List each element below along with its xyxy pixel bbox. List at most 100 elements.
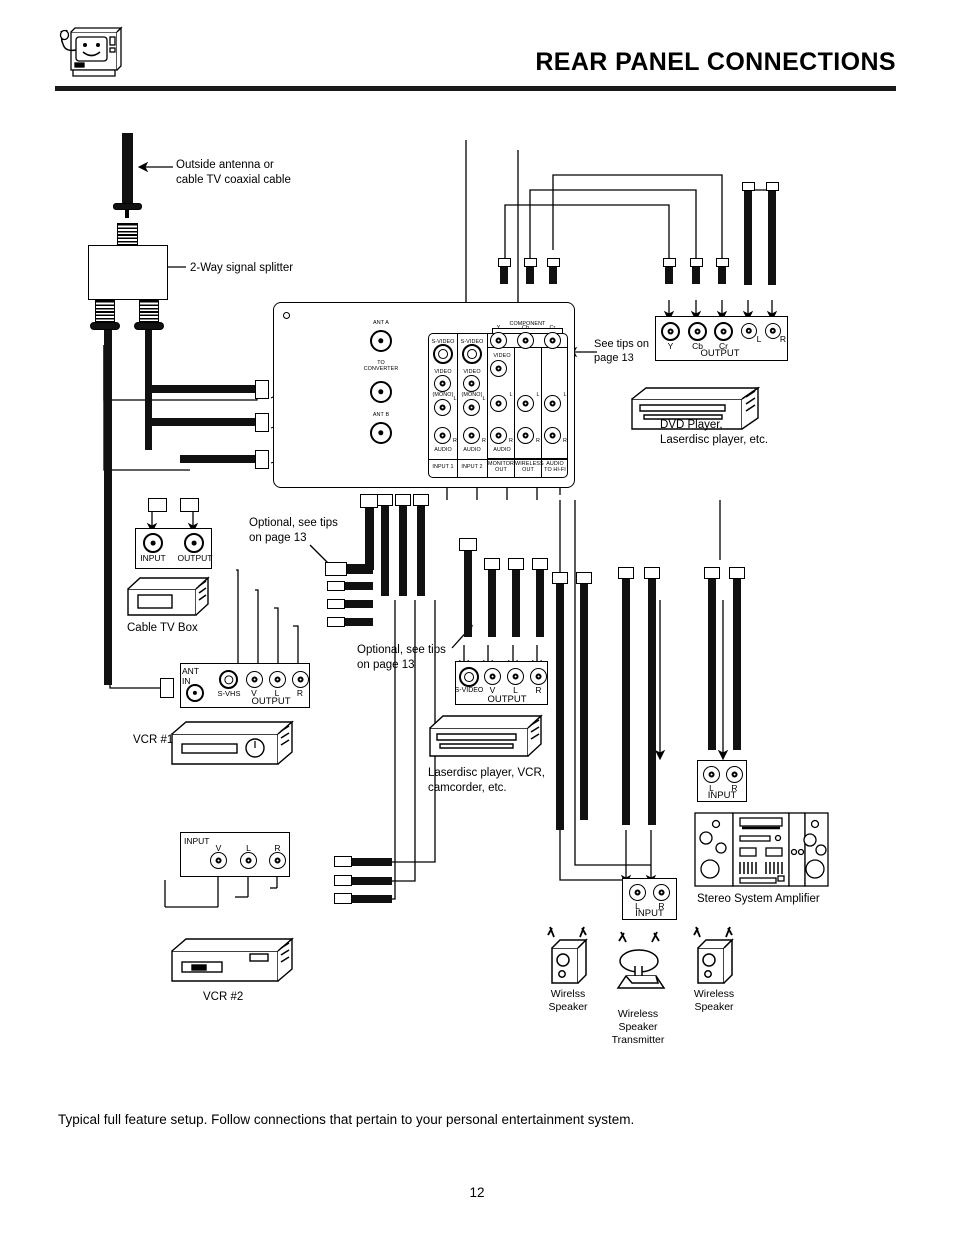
dvd-r-label: R: [779, 334, 787, 344]
rca-top-plug-1: [377, 494, 393, 506]
laserdisc-audio-l-jack[interactable]: [507, 668, 524, 685]
vcr2-audio-l-jack[interactable]: [240, 852, 257, 869]
vcr2-audio-r-jack[interactable]: [269, 852, 286, 869]
wireless-cable-4: [648, 575, 656, 825]
rca-plug-3: [327, 617, 345, 627]
wireless-plug-1: [552, 572, 568, 584]
monitor-out-r-label: R: [509, 438, 513, 444]
ant-a-label: ANT A: [373, 320, 389, 326]
audio-hifi-l-jack[interactable]: [544, 395, 561, 412]
amp-input-top-label: INPUT: [707, 790, 737, 801]
dvd-cr-jack[interactable]: [714, 322, 733, 341]
dvd-y-jack[interactable]: [661, 322, 680, 341]
cable-box-output-jack[interactable]: [184, 533, 204, 553]
laserdisc-label: Laserdisc player, VCR, camcorder, etc.: [428, 767, 545, 794]
vcr2-cable-2: [352, 877, 392, 885]
wireless-cable-3: [622, 575, 630, 825]
input2-l-label: L: [482, 396, 486, 402]
monitor-out-video-jack[interactable]: [490, 360, 507, 377]
splitter-out-thread-2: [139, 300, 159, 322]
rca-cable-1: [345, 582, 373, 590]
dvd-y-label: Y: [667, 341, 674, 351]
row-label-audio-2: AUDIO: [463, 447, 481, 453]
vcr2-video-jack[interactable]: [210, 852, 227, 869]
input1-audio-r-jack[interactable]: [434, 427, 451, 444]
hifi-plug-1: [704, 567, 720, 579]
input1-r-label: R: [453, 438, 457, 444]
coax-lead-1: [104, 330, 112, 520]
rca-run-3: [417, 500, 425, 596]
vcr1-output-label: OUTPUT: [251, 696, 291, 707]
to-converter-label: TO CONVERTER: [363, 360, 399, 373]
dvd-l-label: L: [756, 334, 762, 344]
laserdisc-audio-r-jack[interactable]: [530, 668, 547, 685]
vcr2-plug-1: [334, 856, 352, 867]
column-label-input1: INPUT 1: [432, 464, 454, 470]
input2-audio-l-jack[interactable]: [463, 399, 480, 416]
wireless-out-r-label: R: [536, 438, 540, 444]
splitter-out-thread-1: [95, 300, 115, 322]
rca-plug-b: [524, 258, 537, 267]
input2-svideo-jack[interactable]: [462, 344, 482, 364]
to-converter-jack[interactable]: [370, 381, 392, 403]
wireless-plug-4: [644, 567, 660, 579]
speaker-input-r-jack[interactable]: [653, 884, 670, 901]
coax-end-5: [180, 498, 199, 512]
vcr1-audio-r-jack[interactable]: [292, 671, 309, 688]
vcr1-ant-in-jack[interactable]: [186, 684, 204, 702]
input1-svideo-jack[interactable]: [433, 344, 453, 364]
vcr2-plug-2: [334, 875, 352, 886]
vcr2-plug-3: [334, 893, 352, 904]
row-label-audio-3: AUDIO: [493, 447, 511, 453]
coax-end-2: [255, 413, 269, 432]
input2-audio-r-jack[interactable]: [463, 427, 480, 444]
monitor-out-l-label: L: [509, 392, 513, 398]
amp-input-top-l-jack[interactable]: [703, 766, 720, 783]
hifi-cable-1: [708, 575, 716, 750]
coax-end-1: [255, 380, 269, 399]
component-cr-jack[interactable]: [544, 332, 561, 349]
rca-plug-d: [663, 258, 676, 267]
monitor-out-l-jack[interactable]: [490, 395, 507, 412]
vcr1-audio-l-jack[interactable]: [269, 671, 286, 688]
laserdisc-svideo-jack[interactable]: [459, 667, 479, 687]
laserdisc-video-jack[interactable]: [484, 668, 501, 685]
rca-plug-1: [327, 581, 345, 591]
wireless-out-l-jack[interactable]: [517, 395, 534, 412]
wireless-plug-2: [576, 572, 592, 584]
page-number: 12: [469, 1185, 485, 1200]
coax-end-6: [160, 678, 174, 698]
input2-r-label: R: [482, 438, 486, 444]
laserdisc-cable-3: [512, 565, 520, 637]
input1-video-jack[interactable]: [434, 375, 451, 392]
coax-plug: [113, 203, 142, 210]
wireless-out-r-jack[interactable]: [517, 427, 534, 444]
rca-plug-f: [716, 258, 729, 267]
component-y-jack[interactable]: [490, 332, 507, 349]
cable-box-input-jack[interactable]: [143, 533, 163, 553]
vcr2-cable-1: [352, 858, 392, 866]
header-divider: [55, 86, 896, 91]
vcr2-r-label: R: [274, 843, 281, 853]
wireless-speaker-left-label: Wirelss Speaker: [548, 988, 588, 1014]
audio-hifi-r-jack[interactable]: [544, 427, 561, 444]
cable-box-graphic: [126, 575, 216, 620]
input2-video-jack[interactable]: [463, 375, 480, 392]
ant-a-jack[interactable]: [370, 330, 392, 352]
vcr1-video-out-jack[interactable]: [246, 671, 263, 688]
component-cb-jack[interactable]: [517, 332, 534, 349]
ant-b-jack[interactable]: [370, 422, 392, 444]
amp-input-top-r-jack[interactable]: [726, 766, 743, 783]
amplifier-label: Stereo System Amplifier: [697, 893, 820, 905]
input1-audio-l-jack[interactable]: [434, 399, 451, 416]
splitter-top-thread: [117, 223, 138, 245]
ant-b-label: ANT B: [372, 412, 390, 418]
rca-cable-3: [345, 618, 373, 626]
monitor-out-r-jack[interactable]: [490, 427, 507, 444]
row-label-video-3: VIDEO: [493, 353, 511, 359]
coax-run-1: [148, 385, 258, 393]
speaker-input-l-jack[interactable]: [629, 884, 646, 901]
vcr1-svhs-jack[interactable]: [219, 670, 238, 689]
dvd-cb-jack[interactable]: [688, 322, 707, 341]
rca-top-plug-3: [413, 494, 429, 506]
